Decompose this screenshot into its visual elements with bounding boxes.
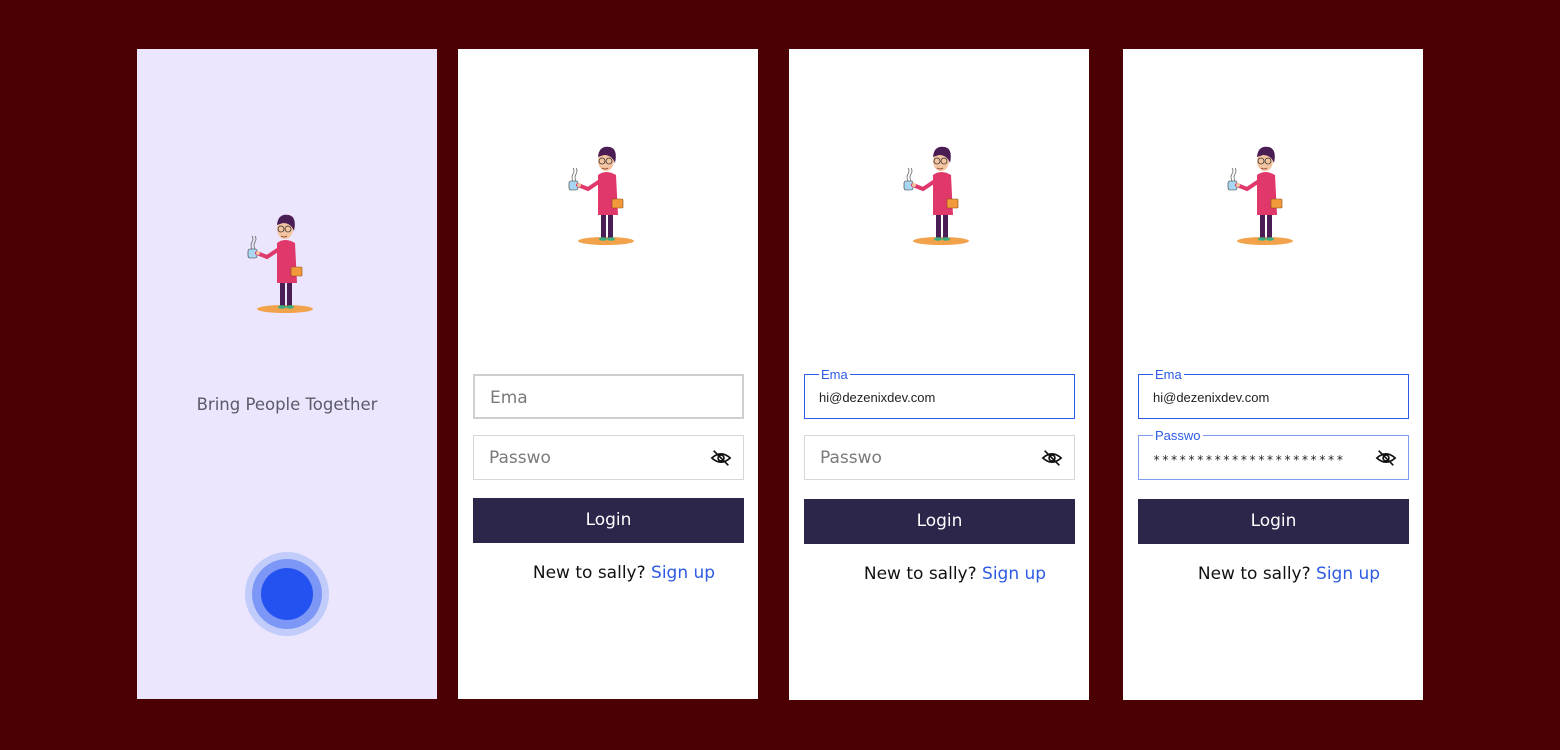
signup-link[interactable]: Sign up <box>651 563 715 583</box>
login-button[interactable]: Login <box>804 499 1075 544</box>
password-placeholder: Passwo <box>820 448 882 468</box>
email-value: hi@dezenixdev.com <box>819 390 936 405</box>
person-illustration <box>566 141 646 251</box>
login-screen-email-filled: Ema hi@dezenixdev.com Passwo Login New t… <box>789 49 1089 700</box>
person-illustration <box>245 209 325 319</box>
signup-prompt: New to sally? <box>1197 564 1311 584</box>
login-button[interactable]: Login <box>473 498 744 543</box>
password-field[interactable]: Passwo ********************** <box>1138 429 1409 480</box>
loading-spinner-icon <box>245 552 329 636</box>
password-value: ********************** <box>1153 453 1345 467</box>
password-field[interactable]: Passwo <box>473 435 744 480</box>
email-value: hi@dezenixdev.com <box>1153 390 1270 405</box>
tagline: Bring People Together <box>196 395 378 414</box>
email-field[interactable]: Ema <box>473 374 744 419</box>
password-field[interactable]: Passwo <box>804 435 1075 480</box>
email-placeholder: Ema <box>490 388 528 408</box>
login-button[interactable]: Login <box>1138 499 1409 544</box>
signup-row: New to sally? Sign up <box>789 564 1089 584</box>
password-placeholder: Passwo <box>489 448 551 468</box>
email-field[interactable]: Ema hi@dezenixdev.com <box>804 368 1075 419</box>
email-field[interactable]: Ema hi@dezenixdev.com <box>1138 368 1409 419</box>
person-illustration <box>901 141 981 251</box>
signup-prompt: New to sally? <box>532 563 646 583</box>
signup-row: New to sally? Sign up <box>1123 564 1423 584</box>
person-illustration <box>1225 141 1305 251</box>
eye-off-icon[interactable] <box>1375 447 1397 469</box>
password-label: Passwo <box>1153 428 1203 443</box>
eye-off-icon[interactable] <box>710 447 732 469</box>
email-label: Ema <box>1153 367 1184 382</box>
signup-prompt: New to sally? <box>863 564 977 584</box>
signup-row: New to sally? Sign up <box>458 563 758 583</box>
login-screen-filled: Ema hi@dezenixdev.com Passwo ***********… <box>1123 49 1423 700</box>
email-label: Ema <box>819 367 850 382</box>
splash-screen: Bring People Together <box>137 49 437 699</box>
signup-link[interactable]: Sign up <box>982 564 1046 584</box>
eye-off-icon[interactable] <box>1041 447 1063 469</box>
login-screen-empty: Ema Passwo Login New to sally? Sign up <box>458 49 758 699</box>
loader-core <box>261 568 313 620</box>
signup-link[interactable]: Sign up <box>1316 564 1380 584</box>
